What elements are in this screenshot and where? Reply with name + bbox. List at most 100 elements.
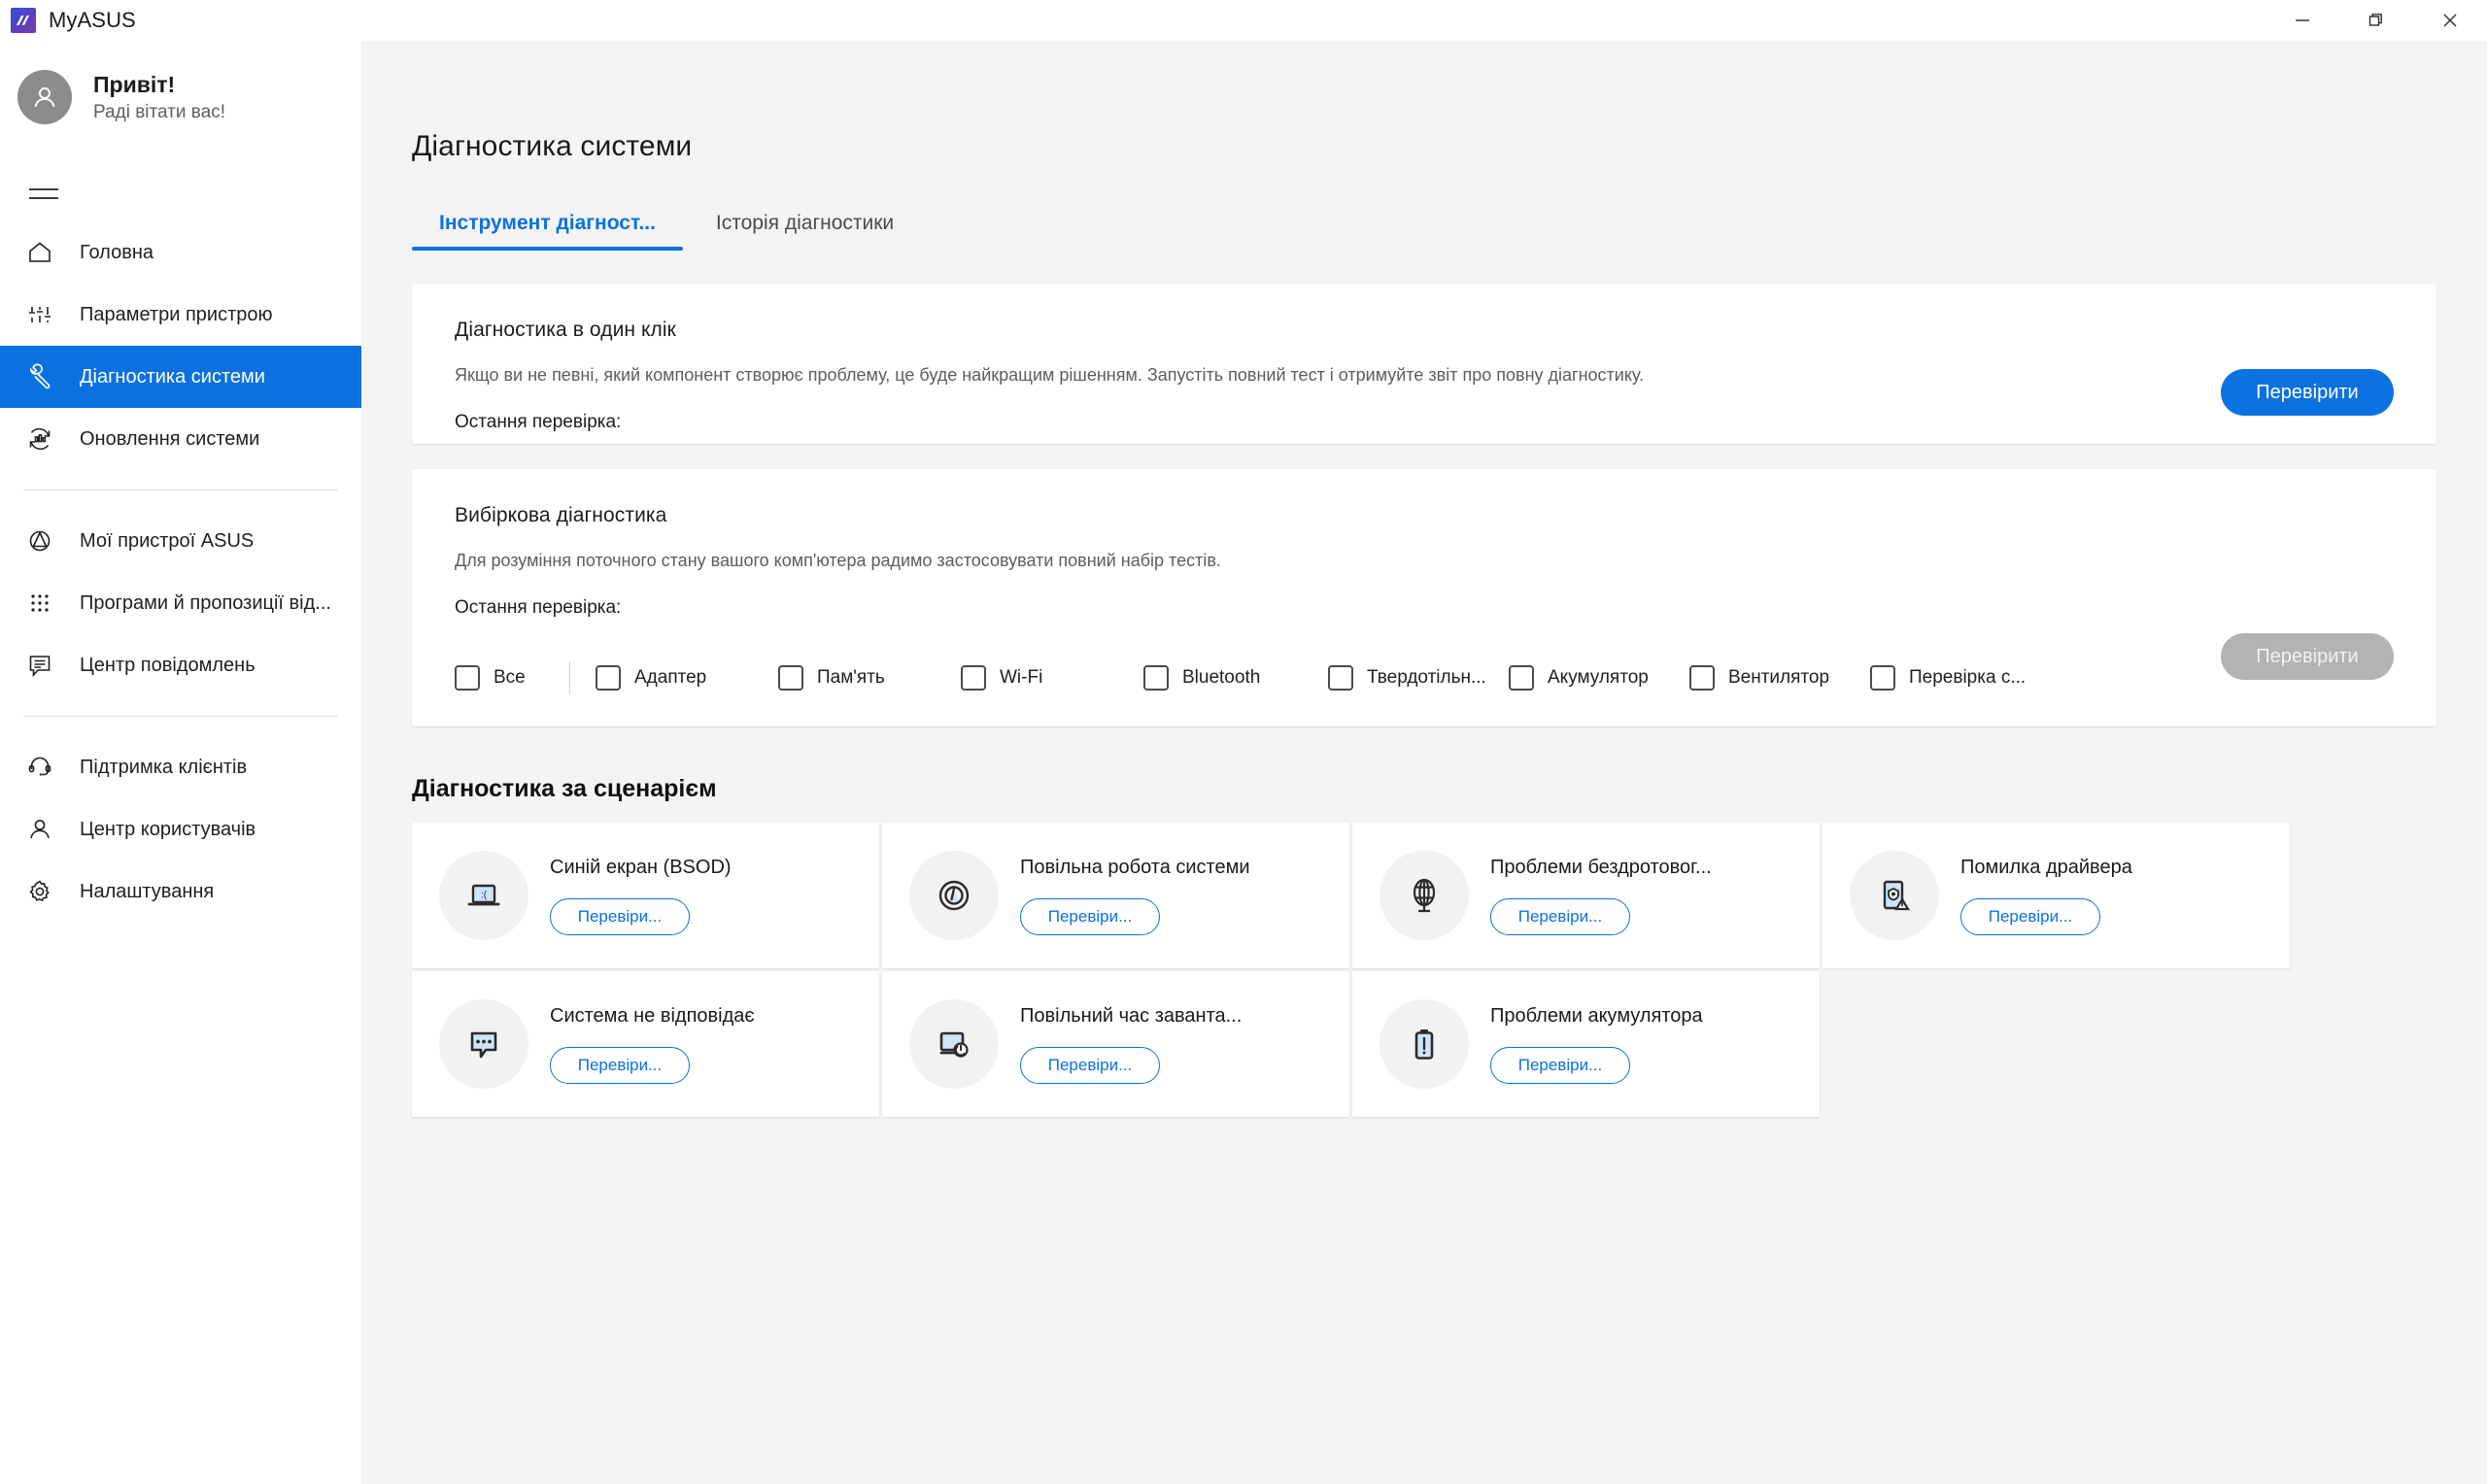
speedometer-icon [909,851,999,940]
checkbox-box-icon [1689,665,1715,691]
sidebar-divider [23,716,338,717]
one-click-diagnostics-card: Діагностика в один клік Якщо ви не певні… [412,284,2436,444]
monitor-power-icon [909,999,999,1089]
checkbox-battery[interactable]: Акумулятор [1509,665,1689,691]
minimize-icon[interactable] [2266,0,2339,41]
hamburger-menu-icon[interactable] [29,181,60,206]
sidebar-item-label: Підтримка клієнтів [80,756,248,778]
checkbox-fan[interactable]: Вентилятор [1689,665,1870,691]
restore-icon[interactable] [2339,0,2413,41]
sidebar-item-notification-center[interactable]: Центр повідомлень [0,634,361,696]
tab-bar: Інструмент діагност... Історія діагности… [412,202,2487,251]
sidebar-item-system-diagnostics[interactable]: Діагностика системи [0,346,361,408]
checkbox-label: Bluetooth [1182,667,1261,689]
tab-diagnostic-tool[interactable]: Інструмент діагност... [412,202,683,251]
checkbox-label: Перевірка с... [1909,667,2027,689]
scenario-card-name: Проблеми бездротовог... [1490,856,1712,878]
checkbox-ssd[interactable]: Твердотільн... [1328,665,1509,691]
component-checkbox-row: Все Адаптер Пам'ять Wi-Fi Bluetooth Твер… [455,661,2394,695]
home-icon [21,234,58,271]
checkbox-box-icon [1328,665,1353,691]
sidebar-item-my-asus-devices[interactable]: Мої пристрої ASUS [0,510,361,572]
scenario-card-battery[interactable]: Проблеми акумулятора Перевіри... [1352,971,1820,1117]
profile-block[interactable]: Привіт! Раді вітати вас! [0,51,361,144]
checkbox-bluetooth[interactable]: Bluetooth [1143,665,1328,691]
scenario-card-name: Помилка драйвера [1960,856,2132,878]
user-icon [21,811,58,848]
sidebar: Привіт! Раді вітати вас! Головна Парамет… [0,41,361,1484]
sidebar-item-settings[interactable]: Налаштування [0,860,361,923]
app-title: MyASUS [49,8,136,32]
sidebar-item-label: Центр повідомлень [80,654,256,676]
scenario-card-slow-boot[interactable]: Повільний час заванта... Перевіри... [882,971,1349,1117]
tab-diagnostic-history[interactable]: Історія діагностики [689,202,921,251]
sidebar-group-primary: Головна Параметри пристрою Діагностика с… [0,221,361,470]
battery-warning-icon [1380,999,1469,1089]
profile-greeting: Привіт! [93,72,176,98]
selective-check-button[interactable]: Перевірити [2221,633,2394,680]
scenario-check-button[interactable]: Перевіри... [1490,1046,1630,1084]
profile-subtitle: Раді вітати вас! [93,101,225,122]
window-titlebar: MyASUS [0,0,2487,41]
one-click-heading: Діагностика в один клік [455,319,676,341]
scenario-check-button[interactable]: Перевіри... [1020,897,1160,935]
sidebar-item-customer-support[interactable]: Підтримка клієнтів [0,736,361,798]
sidebar-item-label: Оновлення системи [80,427,260,450]
asus-devices-icon [21,523,58,559]
close-icon[interactable] [2413,0,2487,41]
sidebar-group-tertiary: Підтримка клієнтів Центр користувачів На… [0,736,361,923]
scenario-card-name: Повільна робота системи [1020,856,1250,878]
speech-bubble-dots-icon [439,999,528,1089]
main-content: Діагностика системи Інструмент діагност.… [361,41,2487,1484]
checkbox-box-icon [455,665,480,691]
checkbox-system-check[interactable]: Перевірка с... [1870,665,2026,691]
scenario-card-not-responding[interactable]: Система не відповідає Перевіри... [412,971,879,1117]
scenario-check-button[interactable]: Перевіри... [1960,897,2100,935]
one-click-check-button[interactable]: Перевірити [2221,369,2394,416]
sidebar-item-label: Центр користувачів [80,818,256,840]
scenario-check-button[interactable]: Перевіри... [550,897,690,935]
scenario-card-driver-error[interactable]: Помилка драйвера Перевіри... [1823,823,2290,968]
scenario-card-bsod[interactable]: :( Синій екран (BSOD) Перевіри... [412,823,879,968]
checkbox-label: Пам'ять [817,667,885,689]
checkbox-memory[interactable]: Пам'ять [778,665,961,691]
scenario-check-button[interactable]: Перевіри... [550,1046,690,1084]
checkbox-box-icon [1870,665,1895,691]
sidebar-item-label: Головна [80,241,153,263]
svg-text::(: :( [481,891,488,901]
sidebar-item-home[interactable]: Головна [0,221,361,284]
sidebar-item-apps-offers[interactable]: Програми й пропозиції від... [0,572,361,634]
scenario-card-wireless[interactable]: Проблеми бездротовог... Перевіри... [1352,823,1820,968]
checkbox-all[interactable]: Все [455,665,544,691]
scenario-card-name: Повільний час заванта... [1020,1004,1243,1027]
checkbox-adapter[interactable]: Адаптер [596,665,778,691]
scenario-card-name: Синій екран (BSOD) [550,856,732,878]
checkbox-label: Вентилятор [1728,667,1830,689]
scenario-check-button[interactable]: Перевіри... [1020,1046,1160,1084]
sidebar-item-system-update[interactable]: Оновлення системи [0,408,361,470]
sidebar-item-device-settings[interactable]: Параметри пристрою [0,284,361,346]
checkbox-label: Все [494,667,526,689]
selective-heading: Вибіркова діагностика [455,504,667,526]
scenario-card-name: Проблеми акумулятора [1490,1004,1703,1027]
scenario-card-name: Система не відповідає [550,1004,755,1027]
checkbox-box-icon [961,665,986,691]
scenario-card-slow-system[interactable]: Повільна робота системи Перевіри... [882,823,1349,968]
app-shell: Привіт! Раді вітати вас! Головна Парамет… [0,41,2487,1484]
scenario-check-button[interactable]: Перевіри... [1490,897,1630,935]
one-click-last-check-label: Остання перевірка: [455,412,622,433]
one-click-description: Якщо ви не певні, який компонент створює… [455,365,1645,385]
sidebar-item-user-center[interactable]: Центр користувачів [0,798,361,860]
asus-logo-icon [11,8,36,33]
sidebar-item-label: Параметри пристрою [80,303,273,325]
checkbox-box-icon [1509,665,1534,691]
message-icon [21,647,58,684]
selective-last-check-label: Остання перевірка: [455,597,622,619]
wrench-icon [21,358,58,395]
checkbox-wifi[interactable]: Wi-Fi [961,665,1143,691]
sidebar-divider [23,489,338,490]
checkbox-divider [569,661,570,695]
selective-description: Для розуміння поточного стану вашого ком… [455,551,1221,570]
sliders-icon [21,296,58,333]
person-avatar-icon [17,70,72,124]
